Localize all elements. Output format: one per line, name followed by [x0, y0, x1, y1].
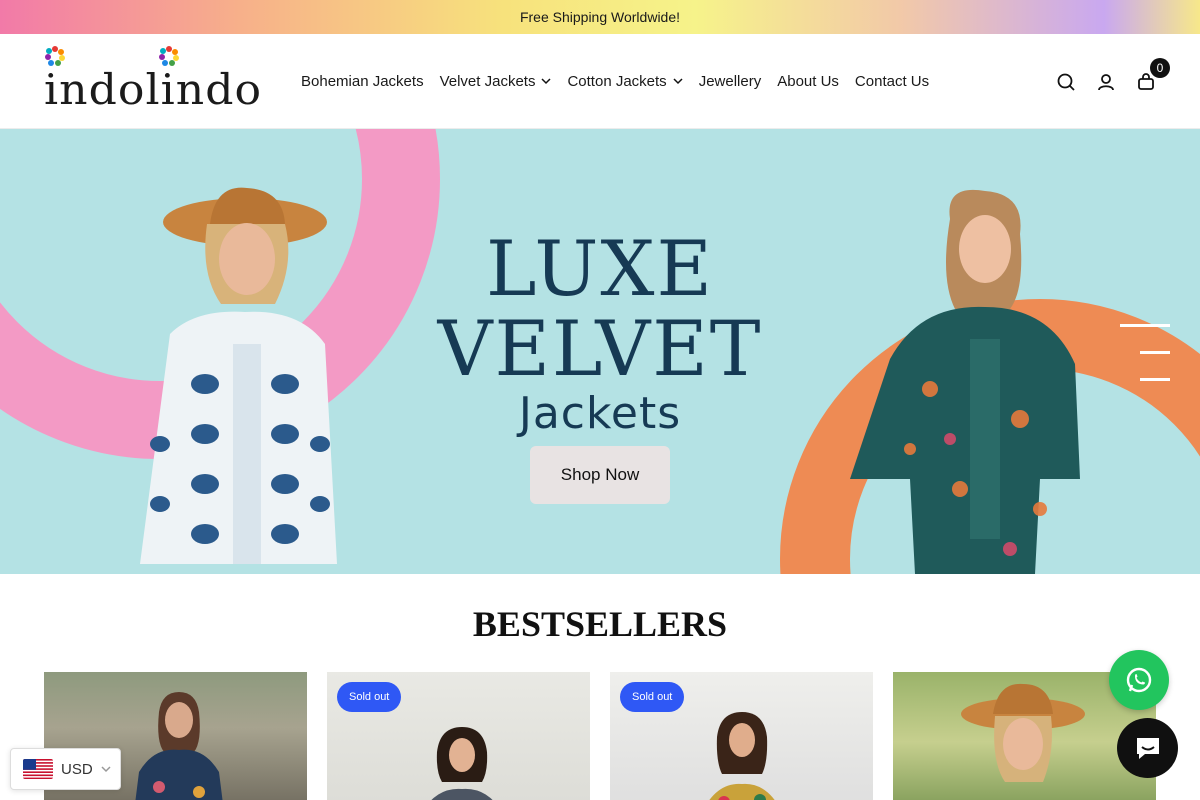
product-model-figure — [709, 712, 775, 800]
product-card[interactable]: Sold out — [610, 672, 873, 800]
nav-item-contact-us[interactable]: Contact Us — [855, 73, 929, 90]
site-header: indolindo Bohemian Jackets Velvet Jacket… — [0, 34, 1200, 129]
flower-icon — [44, 45, 66, 67]
bestsellers-heading: BESTSELLERS — [472, 604, 728, 644]
nav-label: Velvet Jackets — [439, 72, 536, 90]
logo-text: indolindo — [44, 65, 263, 114]
chevron-down-icon — [101, 766, 111, 773]
brand-logo[interactable]: indolindo — [44, 46, 266, 114]
sold-out-badge: Sold out — [337, 682, 402, 712]
hero-title-line-2: VELVET — [437, 304, 763, 393]
header-actions: 0 — [1056, 34, 1170, 129]
nav-item-bohemian-jackets[interactable]: Bohemian Jackets — [301, 73, 424, 90]
chat-button[interactable] — [1117, 718, 1178, 778]
chat-icon — [1136, 738, 1159, 759]
chevron-down-icon — [541, 78, 551, 85]
sold-out-badge: Sold out — [620, 682, 685, 712]
nav-label: About Us — [777, 72, 839, 90]
us-flag-icon — [23, 759, 53, 779]
nav-item-cotton-jackets[interactable]: Cotton Jackets — [567, 72, 683, 90]
nav-label: Jewellery — [698, 72, 762, 90]
main-nav: Bohemian Jackets Velvet Jackets Cotton J… — [301, 73, 929, 90]
model-right-image — [850, 189, 1080, 574]
hero-title-line-3: Jackets — [518, 388, 682, 439]
user-icon[interactable] — [1096, 72, 1116, 92]
nav-item-jewellery[interactable]: Jewellery — [699, 73, 762, 90]
chevron-down-icon — [673, 78, 683, 85]
hero-banner: LUXE VELVET Jackets Shop Now — [0, 129, 1200, 574]
product-model-figure — [135, 692, 223, 800]
product-grid: Sold out Sold out — [44, 672, 1156, 800]
nav-label: Contact Us — [854, 72, 930, 90]
nav-item-velvet-jackets[interactable]: Velvet Jackets — [440, 73, 552, 90]
search-icon[interactable] — [1056, 72, 1076, 92]
currency-selector[interactable]: USD — [10, 748, 121, 790]
nav-label: Cotton Jackets — [567, 72, 667, 90]
bag-icon[interactable]: 0 — [1136, 57, 1170, 92]
hero-title: LUXE VELVET Jackets — [400, 229, 800, 439]
product-card[interactable]: Sold out — [327, 672, 590, 800]
announcement-text: Free Shipping Worldwide! — [519, 9, 681, 25]
shop-now-button[interactable]: Shop Now — [530, 446, 670, 504]
hero-menu-lines — [1120, 324, 1170, 405]
nav-item-about-us[interactable]: About Us — [777, 73, 839, 90]
model-left-image — [140, 187, 337, 564]
nav-label: Bohemian Jackets — [301, 72, 424, 90]
cart-count-badge: 0 — [1150, 57, 1170, 78]
announcement-bar: Free Shipping Worldwide! — [0, 0, 1200, 34]
hero-title-line-1: LUXE — [486, 224, 714, 313]
whatsapp-icon — [1126, 667, 1152, 693]
flower-icon — [158, 45, 180, 67]
product-model-figure — [431, 727, 493, 800]
product-model-figure — [961, 683, 1085, 782]
whatsapp-button[interactable] — [1109, 650, 1169, 710]
currency-code: USD — [61, 760, 93, 778]
